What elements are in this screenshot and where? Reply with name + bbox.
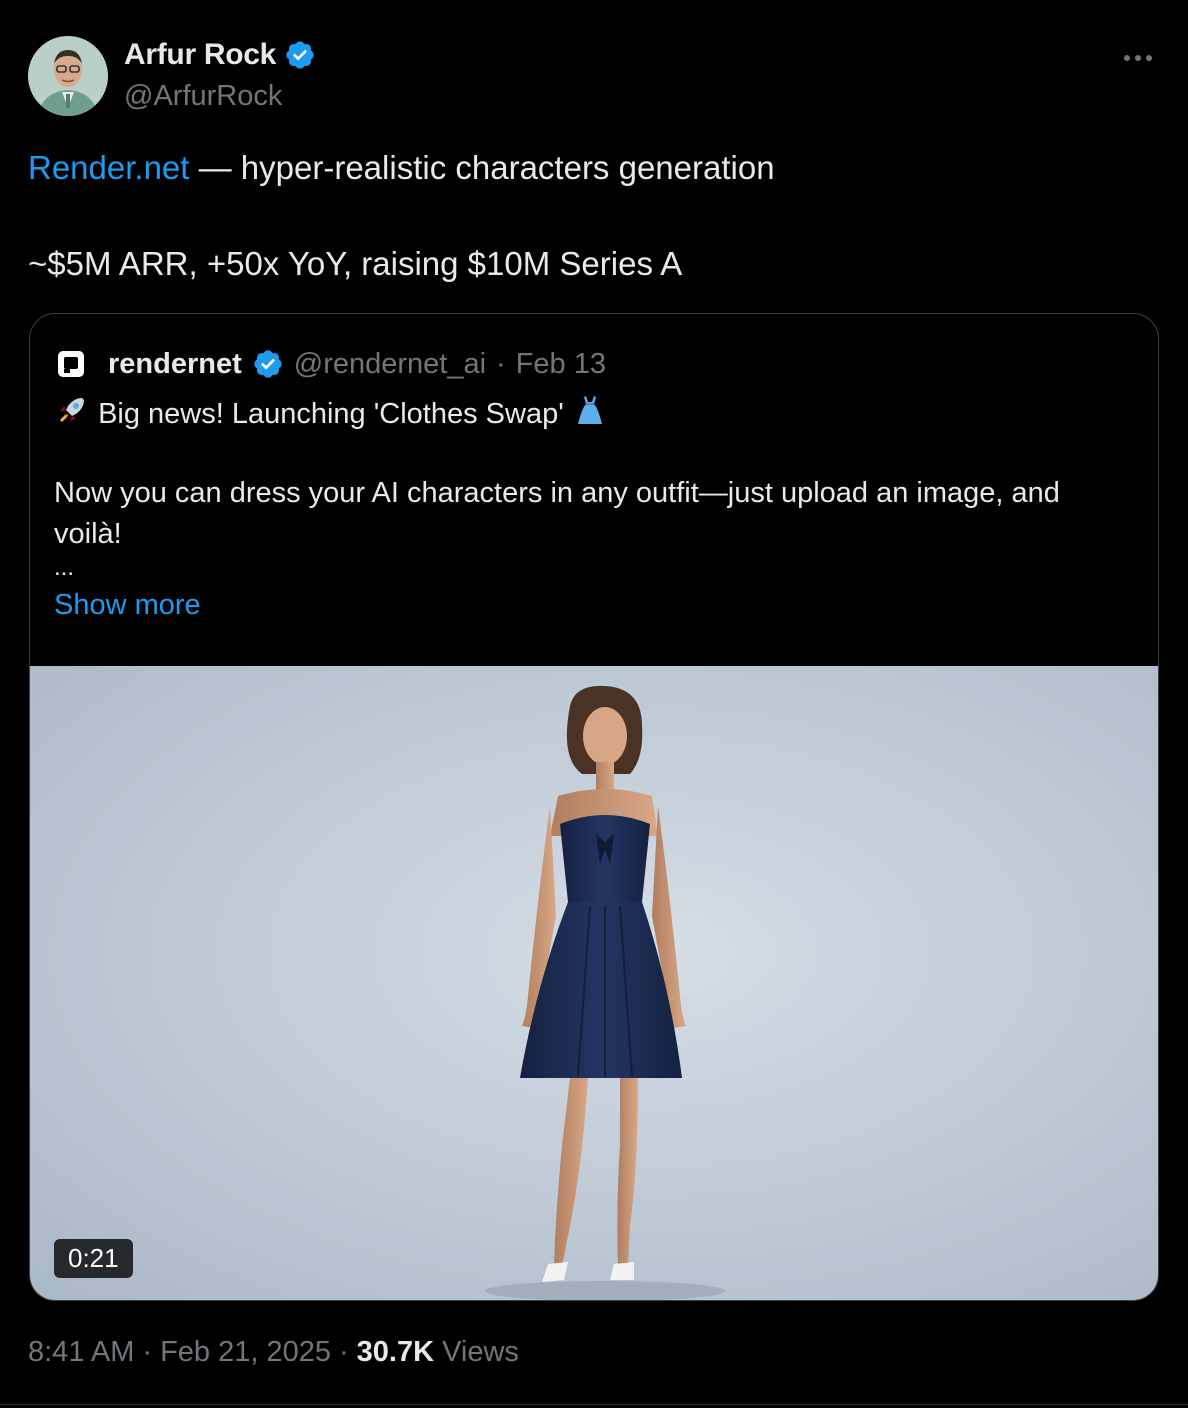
quoted-line-1-text: Big news! Launching 'Clothes Swap' <box>98 398 564 430</box>
views-label[interactable]: Views <box>442 1336 519 1369</box>
tweet-footer: 8:41 AM · Feb 21, 2025 · 30.7K Views <box>28 1336 519 1369</box>
tweet-text: Render.net — hyper-realistic characters … <box>28 146 1148 286</box>
quoted-line-3: voilà! <box>54 518 122 550</box>
render-net-link[interactable]: Render.net <box>28 149 189 186</box>
verified-badge-icon <box>252 348 284 380</box>
quoted-date[interactable]: Feb 13 <box>516 348 606 381</box>
quoted-author-name[interactable]: rendernet <box>108 348 242 381</box>
tweet-date[interactable]: Feb 21, 2025 <box>160 1336 331 1369</box>
tweet-line-1-rest: — hyper-realistic characters generation <box>189 149 775 186</box>
author-name[interactable]: Arfur Rock <box>124 38 276 72</box>
more-icon[interactable] <box>1120 40 1156 76</box>
views-count[interactable]: 30.7K <box>357 1336 434 1369</box>
video-thumbnail[interactable]: 0:21 <box>30 666 1158 1300</box>
quoted-tweet[interactable]: rendernet @rendernet_ai · Feb 13 Big new… <box>29 313 1159 1301</box>
quoted-tweet-body: Big news! Launching 'Clothes Swap' Now y… <box>54 392 1134 626</box>
rendernet-logo-icon[interactable] <box>54 347 88 381</box>
author-name-row: Arfur Rock <box>124 38 316 72</box>
tweet-line-2: ~$5M ARR, +50x YoY, raising $10M Series … <box>28 245 683 282</box>
tweet-line-1: Render.net — hyper-realistic characters … <box>28 146 1148 190</box>
dress-emoji-icon <box>572 392 608 428</box>
quoted-tweet-header: rendernet @rendernet_ai · Feb 13 <box>54 344 606 384</box>
divider <box>0 1404 1188 1405</box>
quoted-author-handle[interactable]: @rendernet_ai <box>294 348 486 381</box>
rocket-emoji-icon <box>54 392 90 428</box>
video-duration: 0:21 <box>54 1239 133 1278</box>
meta-separator: · <box>142 1336 153 1368</box>
quoted-line-2: Now you can dress your AI characters in … <box>54 477 1060 509</box>
quoted-line-1: Big news! Launching 'Clothes Swap' <box>54 392 1134 435</box>
author-handle[interactable]: @ArfurRock <box>124 80 282 113</box>
tweet-time[interactable]: 8:41 AM <box>28 1336 134 1369</box>
show-more-link[interactable]: Show more <box>54 585 201 626</box>
model-illustration <box>485 685 725 1300</box>
meta-separator: · <box>339 1336 349 1368</box>
quoted-ellipsis: ... <box>54 554 75 581</box>
meta-separator: · <box>496 347 506 380</box>
tweet-header: Arfur Rock @ArfurRock <box>28 36 1160 116</box>
avatar[interactable] <box>28 36 108 116</box>
verified-badge-icon <box>284 39 316 71</box>
